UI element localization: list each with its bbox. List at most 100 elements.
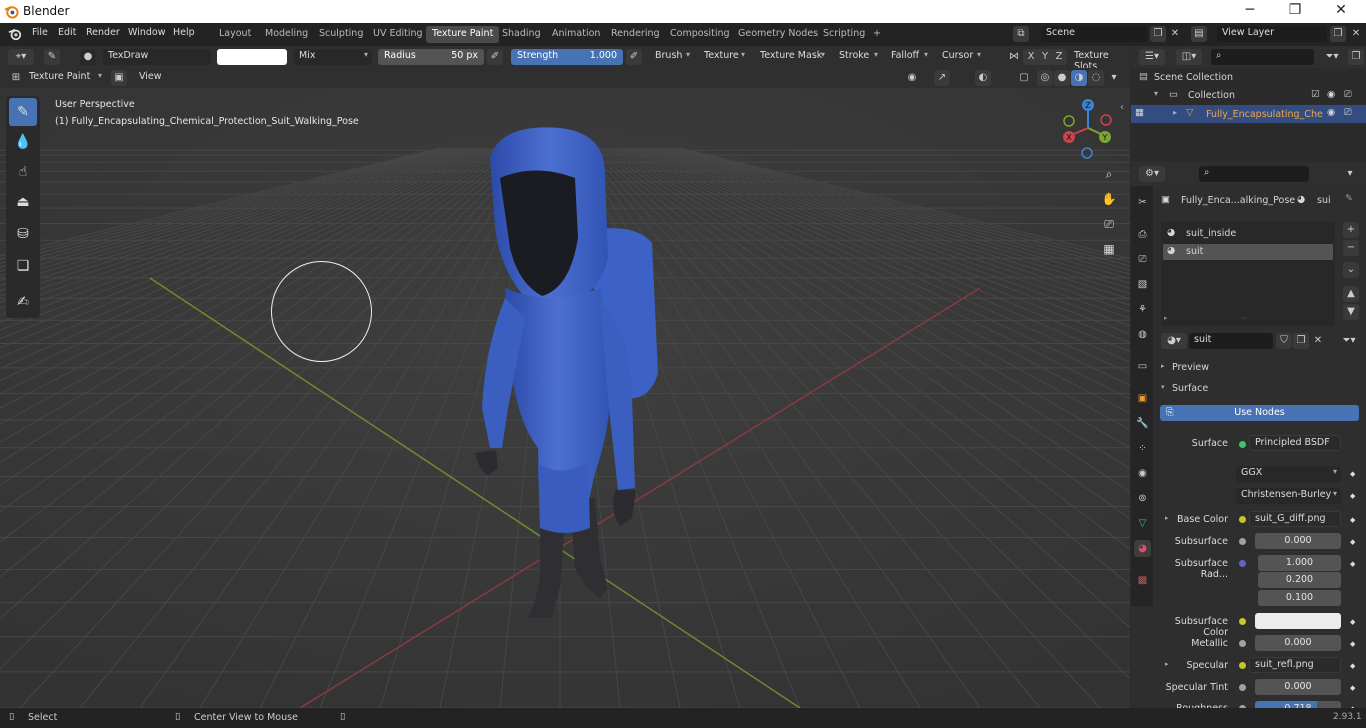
collection-checkbox-icon[interactable]: ☑ — [1311, 89, 1320, 100]
material-name-field[interactable]: suit — [1189, 333, 1273, 349]
tab-compositing[interactable]: Compositing — [664, 26, 736, 43]
link-type-icon[interactable]: ⏷▾ — [1336, 333, 1362, 349]
shading-options-icon[interactable]: ▾ — [1106, 70, 1122, 86]
texture-mask-menu[interactable]: Texture Mask ▾ — [755, 49, 829, 65]
keyframe-dot-icon[interactable]: ◆ — [1350, 640, 1355, 648]
camera-view-icon[interactable]: ⎚ — [1098, 213, 1120, 235]
wireframe-shading-icon[interactable]: ◎ — [1037, 70, 1053, 86]
keyframe-dot-icon[interactable]: ◆ — [1350, 662, 1355, 670]
blender-menu-icon[interactable] — [8, 27, 22, 41]
properties-editor-icon[interactable]: ⚙▾ — [1139, 166, 1165, 182]
slot-specials-icon[interactable]: ⌄ — [1343, 262, 1359, 278]
menu-window[interactable]: Window — [128, 27, 165, 38]
unlink-material-icon[interactable]: ✕ — [1310, 333, 1326, 349]
properties-options-icon[interactable]: ▾ — [1342, 166, 1358, 182]
resize-handle-icon[interactable]: ⋯ — [1241, 314, 1248, 322]
texture-tab-icon[interactable]: ▩ — [1134, 572, 1151, 589]
annotate-tool-icon[interactable]: ✍ — [9, 288, 37, 316]
soften-tool-icon[interactable]: 💧 — [9, 128, 37, 156]
mirror-icon[interactable]: ⋈ — [1006, 49, 1022, 65]
brush-preview-icon[interactable]: ● — [80, 49, 96, 65]
subsurface-radius-y-field[interactable]: 0.200 — [1258, 572, 1341, 588]
draw-tool-icon[interactable]: ✎ — [9, 98, 37, 126]
tab-rendering[interactable]: Rendering — [605, 26, 666, 43]
scene-tab-icon[interactable]: ⚘ — [1134, 301, 1151, 318]
tab-animation[interactable]: Animation — [546, 26, 606, 43]
tool-tab-icon[interactable]: ✂ — [1134, 194, 1151, 211]
object-camera-icon[interactable]: ⎚ — [1344, 107, 1352, 118]
remove-scene-icon[interactable]: ✕ — [1167, 26, 1183, 42]
overlay-toggle-icon[interactable]: ◐ — [975, 70, 991, 86]
collapse-arrow-icon[interactable]: ▾ — [1161, 383, 1165, 391]
minimize-button[interactable]: ─ — [1235, 2, 1265, 18]
browse-material-icon[interactable]: ◕▾ — [1161, 333, 1187, 349]
surface-shader-field[interactable]: Principled BSDF — [1249, 435, 1341, 451]
clone-tool-icon[interactable]: ⏏ — [9, 188, 37, 216]
texture-menu[interactable]: Texture ▾ — [699, 49, 749, 65]
material-shading-icon[interactable]: ◑ — [1071, 70, 1087, 86]
gizmo-toggle-icon[interactable]: ↗ — [934, 70, 950, 86]
cursor-menu[interactable]: Cursor ▾ — [937, 49, 985, 65]
data-tab-icon[interactable]: ▽ — [1134, 515, 1151, 532]
blend-mode-dropdown[interactable]: Mix ▾ — [294, 49, 372, 65]
add-workspace-button[interactable]: + — [867, 26, 887, 43]
strength-slider[interactable]: Strength 1.000 — [511, 49, 623, 65]
remove-view-layer-icon[interactable]: ✕ — [1348, 26, 1364, 42]
new-view-layer-icon[interactable]: ❐ — [1330, 26, 1346, 42]
move-down-icon[interactable]: ▼ — [1343, 304, 1359, 320]
outliner-object-row[interactable]: ▦ ▸ ▽ Fully_Encapsulating_Che ◉ ⎚ — [1131, 105, 1366, 123]
base-color-texture-field[interactable]: suit_G_diff.png — [1249, 511, 1341, 527]
keyframe-dot-icon[interactable]: ◆ — [1350, 538, 1355, 546]
menu-edit[interactable]: Edit — [58, 27, 76, 38]
mask-toggle-icon[interactable]: ▣ — [111, 70, 127, 86]
object-tab-icon[interactable]: ▣ — [1134, 390, 1151, 407]
mirror-z-toggle[interactable]: Z — [1051, 49, 1067, 65]
preview-panel-header[interactable]: Preview — [1172, 362, 1209, 373]
add-slot-button[interactable]: + — [1343, 222, 1359, 238]
scene-field[interactable]: Scene — [1041, 26, 1147, 42]
subsurface-radius-x-field[interactable]: 1.000 — [1258, 555, 1341, 571]
subsurface-field[interactable]: 0.000 — [1255, 533, 1341, 549]
move-up-icon[interactable]: ▲ — [1343, 286, 1359, 302]
modifier-tab-icon[interactable]: 🔧 — [1134, 415, 1151, 432]
tab-texture-paint[interactable]: Texture Paint — [426, 26, 500, 43]
fill-tool-icon[interactable]: ⛁ — [9, 220, 37, 248]
mask-tool-icon[interactable]: ❏ — [9, 252, 37, 280]
expand-arrow-icon[interactable]: ▸ — [1173, 108, 1177, 117]
smear-tool-icon[interactable]: ☝ — [9, 158, 37, 186]
duplicate-material-icon[interactable]: ❐ — [1293, 333, 1309, 349]
close-button[interactable]: ✕ — [1326, 2, 1356, 18]
outliner-search-input[interactable]: ⌕ — [1211, 49, 1314, 65]
visibility-icon[interactable]: ◉ — [904, 70, 920, 86]
solid-shading-icon[interactable]: ● — [1054, 70, 1070, 86]
pan-hand-icon[interactable]: ✋ — [1098, 188, 1120, 210]
stroke-menu[interactable]: Stroke ▾ — [834, 49, 882, 65]
remove-slot-button[interactable]: − — [1343, 240, 1359, 256]
brush-color-swatch[interactable] — [217, 49, 287, 65]
radius-pressure-icon[interactable]: ✐ — [487, 49, 503, 65]
metallic-field[interactable]: 0.000 — [1255, 635, 1341, 651]
menu-help[interactable]: Help — [173, 27, 195, 38]
world-tab-icon[interactable]: ◍ — [1134, 326, 1151, 343]
filter-icon[interactable]: ⏷▾ — [1319, 49, 1345, 65]
tab-layout[interactable]: Layout — [213, 26, 257, 43]
material-tab-icon[interactable]: ◕ — [1134, 540, 1151, 557]
scene-collection-label[interactable]: Scene Collection — [1154, 72, 1233, 83]
distribution-dropdown[interactable]: GGX ▾ — [1236, 466, 1341, 482]
tab-shading[interactable]: Shading — [496, 26, 547, 43]
falloff-menu[interactable]: Falloff ▾ — [886, 49, 932, 65]
display-mode-icon[interactable]: ◫▾ — [1176, 49, 1202, 65]
particles-tab-icon[interactable]: ⁘ — [1134, 440, 1151, 457]
keyframe-dot-icon[interactable]: ◆ — [1350, 684, 1355, 692]
rendered-shading-icon[interactable]: ◌ — [1088, 70, 1104, 86]
perspective-grid-icon[interactable]: ▦ — [1098, 238, 1120, 260]
list-item[interactable]: ◕ suit_inside — [1163, 226, 1333, 242]
constraints-tab-icon[interactable]: ⊚ — [1134, 490, 1151, 507]
object-eye-icon[interactable]: ◉ — [1327, 107, 1335, 118]
pin-icon[interactable]: ✎ — [1345, 193, 1353, 204]
expand-arrow-icon[interactable]: ▸ — [1164, 314, 1168, 322]
tab-sculpting[interactable]: Sculpting — [313, 26, 369, 43]
brush-menu[interactable]: Brush ▾ — [650, 49, 694, 65]
properties-search-input[interactable]: ⌕ — [1199, 166, 1309, 182]
tab-scripting[interactable]: Scripting — [817, 26, 871, 43]
